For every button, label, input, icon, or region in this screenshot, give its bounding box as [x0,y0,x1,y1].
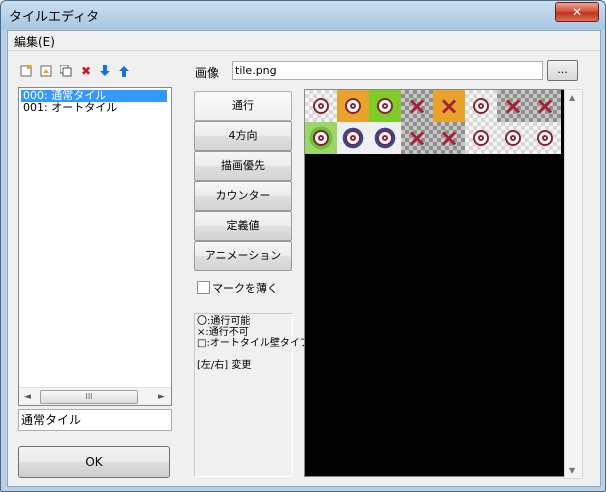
passable-mark-icon [537,130,553,146]
legend-hint: [左/右] 変更 [197,360,252,371]
tile-editor-window: タイルエディタ ✕ 編集(E) ✖ 000: 通常タイル 001: オートタイル… [0,0,606,492]
scroll-down-icon[interactable]: ▼ [569,466,575,475]
tile[interactable] [529,122,561,154]
list-horizontal-scrollbar[interactable]: ◄ III ► [19,387,171,405]
menu-edit[interactable]: 編集(E) [14,33,55,50]
close-button[interactable]: ✕ [555,2,599,22]
impassable-mark-icon: × [534,92,556,120]
tile[interactable] [497,122,529,154]
scroll-right-icon[interactable]: ► [158,392,165,402]
impassable-mark-icon: × [438,124,460,152]
tile[interactable]: × [433,90,465,122]
passable-mark-icon [473,98,489,114]
tile[interactable] [305,90,337,122]
new-icon[interactable] [19,64,33,78]
faint-marks-checkbox[interactable] [197,281,210,294]
impassable-mark-icon: × [438,92,460,120]
list-item[interactable]: 001: オートタイル [21,102,119,114]
impassable-mark-icon: × [406,92,428,120]
tile[interactable]: × [401,122,433,154]
tile-grid-view[interactable]: × × × × × × [304,89,569,477]
copy-icon[interactable] [59,64,73,78]
tile[interactable]: × [401,90,433,122]
title-bar[interactable]: タイルエディタ ✕ [1,1,605,29]
move-up-icon[interactable] [117,64,131,78]
passable-mark-icon [345,98,361,114]
scroll-left-icon[interactable]: ◄ [24,392,31,402]
legend-line: □:オートタイル壁タイプ [197,338,310,349]
passable-mark-icon [473,130,489,146]
tile[interactable] [369,90,401,122]
passable-mark-icon [345,130,361,146]
impassable-mark-icon: × [406,124,428,152]
image-file-field[interactable]: tile.png [232,61,543,80]
client-area: 編集(E) ✖ 000: 通常タイル 001: オートタイル ◄ III ► 通… [7,30,601,487]
passable-mark-icon [313,130,329,146]
tile[interactable]: × [433,122,465,154]
tile-vertical-scrollbar[interactable]: ▲ ▼ [564,89,583,479]
tile[interactable]: × [529,90,561,122]
faint-marks-label: マークを薄く [212,282,278,295]
legend-line: ×:通行不可 [197,327,249,338]
import-icon[interactable] [39,64,53,78]
mode-draw-priority-button[interactable]: 描画優先 [194,151,292,181]
tile[interactable] [465,90,497,122]
tile[interactable] [369,122,401,154]
mode-animation-button[interactable]: アニメーション [194,241,292,271]
mode-four-direction-button[interactable]: 4方向 [194,121,292,151]
tile[interactable] [337,122,369,154]
scroll-up-icon[interactable]: ▲ [569,93,575,102]
legend-panel: 〇:通行可能 ×:通行不可 □:オートタイル壁タイプ [左/右] 変更 [194,313,310,477]
tile[interactable] [337,90,369,122]
tile[interactable] [305,122,337,154]
mode-passage-button[interactable]: 通行 [194,91,292,121]
move-down-icon[interactable] [98,64,112,78]
legend-line: 〇:通行可能 [197,316,251,327]
ok-button[interactable]: OK [18,446,170,478]
passable-mark-icon [377,98,393,114]
passable-mark-icon [505,130,521,146]
scroll-thumb[interactable]: III [40,390,138,404]
browse-button[interactable]: ... [547,60,578,81]
tile[interactable]: × [497,90,529,122]
mode-definition-button[interactable]: 定義値 [194,211,292,241]
tile[interactable] [465,122,497,154]
window-title: タイルエディタ [9,10,100,25]
menu-bar: 編集(E) [8,31,600,51]
tileset-list[interactable]: 000: 通常タイル 001: オートタイル ◄ III ► [18,87,172,406]
image-label: 画像 [195,66,220,80]
delete-icon[interactable]: ✖ [79,64,93,78]
passable-mark-icon [377,130,393,146]
tileset-name-field[interactable]: 通常タイル [18,409,172,431]
mode-counter-button[interactable]: カウンター [194,181,292,211]
impassable-mark-icon: × [502,92,524,120]
passable-mark-icon [313,98,329,114]
